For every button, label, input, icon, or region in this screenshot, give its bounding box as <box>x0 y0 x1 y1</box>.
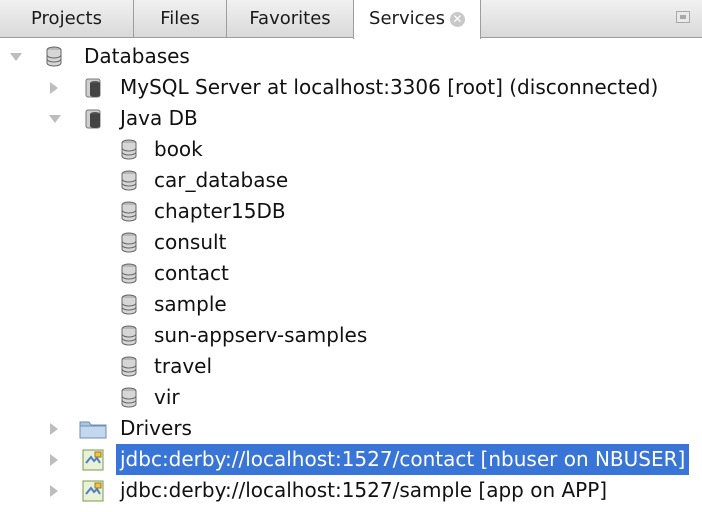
database-icon <box>118 263 140 285</box>
tab-projects-label: Projects <box>31 8 102 29</box>
tree-node-label: sample <box>154 292 227 316</box>
tab-bar: Projects Files Favorites Services ✕ <box>0 0 702 39</box>
tree-node-database[interactable]: book <box>0 134 702 165</box>
tab-files[interactable]: Files <box>134 0 227 37</box>
tree-node-drivers[interactable]: Drivers <box>0 413 702 444</box>
tree-node-label: vir <box>154 385 180 409</box>
collapse-toggle-icon[interactable] <box>50 82 58 94</box>
tree-node-database[interactable]: sample <box>0 289 702 320</box>
tree-node-label: Databases <box>84 44 190 68</box>
folder-icon <box>79 418 107 440</box>
tree-node-label: sun-appserv-samples <box>154 323 368 347</box>
database-icon <box>118 387 140 409</box>
tree-node-database[interactable]: chapter15DB <box>0 196 702 227</box>
server-icon <box>83 108 105 130</box>
collapse-toggle-icon[interactable] <box>50 454 58 466</box>
tree-node-label: car_database <box>154 168 289 192</box>
tree-node-database[interactable]: consult <box>0 227 702 258</box>
tree-node-label: jdbc:derby://localhost:1527/sample [app … <box>120 478 608 502</box>
database-icon <box>118 356 140 378</box>
database-icon <box>118 201 140 223</box>
tree-node-label: chapter15DB <box>154 199 286 223</box>
tree-node-label: travel <box>154 354 213 378</box>
database-icon <box>118 232 140 254</box>
tab-favorites-label: Favorites <box>249 8 331 29</box>
tab-favorites[interactable]: Favorites <box>227 0 354 37</box>
expand-toggle-icon[interactable] <box>49 115 61 123</box>
tree-node-database[interactable]: sun-appserv-samples <box>0 320 702 351</box>
close-icon[interactable]: ✕ <box>449 11 465 27</box>
tree-node-connection-sample[interactable]: jdbc:derby://localhost:1527/sample [app … <box>0 475 702 506</box>
tree-node-database[interactable]: vir <box>0 382 702 413</box>
tree-node-label: Drivers <box>120 416 192 440</box>
tab-projects[interactable]: Projects <box>0 0 134 37</box>
tree-node-label: consult <box>154 230 227 254</box>
tree-node-databases[interactable]: Databases <box>0 41 702 72</box>
tree-node-label: contact <box>154 261 229 285</box>
database-icon <box>118 139 140 161</box>
tree-node-label: book <box>154 137 203 161</box>
tree-node-java-db[interactable]: Java DB <box>0 103 702 134</box>
database-icon <box>118 170 140 192</box>
tree-node-mysql-server[interactable]: MySQL Server at localhost:3306 [root] (d… <box>0 72 702 103</box>
expand-toggle-icon[interactable] <box>10 53 22 61</box>
tree-node-label: Java DB <box>120 106 198 130</box>
connection-icon <box>82 480 104 502</box>
connection-icon <box>82 449 104 471</box>
services-tree: Databases MySQL Server at localhost:3306… <box>0 38 702 512</box>
database-icon <box>118 294 140 316</box>
tab-services-label: Services <box>369 8 445 29</box>
tree-node-database[interactable]: contact <box>0 258 702 289</box>
tree-node-label: jdbc:derby://localhost:1527/contact [nbu… <box>116 444 690 475</box>
tab-files-label: Files <box>160 8 200 29</box>
collapse-toggle-icon[interactable] <box>50 423 58 435</box>
tree-node-label: MySQL Server at localhost:3306 [root] (d… <box>120 75 659 99</box>
database-icon <box>43 46 65 68</box>
tree-node-connection-contact[interactable]: jdbc:derby://localhost:1527/contact [nbu… <box>0 444 702 475</box>
tree-node-database[interactable]: travel <box>0 351 702 382</box>
server-icon <box>83 77 105 99</box>
tree-node-database[interactable]: car_database <box>0 165 702 196</box>
maximize-icon[interactable] <box>676 11 690 23</box>
tab-services[interactable]: Services ✕ <box>353 0 481 39</box>
collapse-toggle-icon[interactable] <box>50 485 58 497</box>
database-icon <box>118 325 140 347</box>
